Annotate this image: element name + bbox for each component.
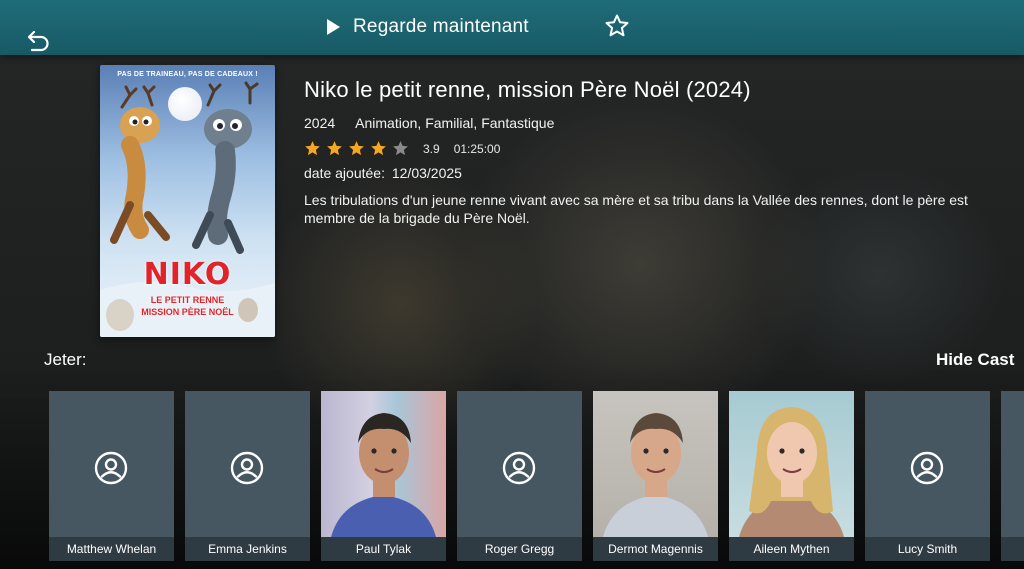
watch-now-label: Regarde maintenant <box>353 16 529 37</box>
star-filled-icon <box>305 141 320 156</box>
rating-value: 3.9 <box>423 141 440 156</box>
date-added-value: 12/03/2025 <box>391 165 462 181</box>
cast-card[interactable]: Matthew Whelan <box>49 391 174 561</box>
cast-photo <box>321 391 446 537</box>
date-added-label: date ajoutée: <box>304 165 385 181</box>
cast-carousel[interactable]: Matthew Whelan Emma Jenkins Paul Tylak Roge… <box>49 391 1024 561</box>
cast-name: Paul Tylak <box>321 537 446 561</box>
cast-card[interactable]: Emma Jenkins <box>185 391 310 561</box>
portrait-image <box>603 413 708 537</box>
cast-name: Lucy Smith <box>865 537 990 561</box>
watch-now-button[interactable]: Regarde maintenant <box>325 12 529 42</box>
cast-photo <box>729 391 854 537</box>
back-button[interactable] <box>26 28 52 54</box>
star-filled-icon <box>371 141 386 156</box>
poster-logo-title: NIKO <box>143 257 232 292</box>
date-added: date ajoutée: 12/03/2025 <box>304 165 1004 181</box>
movie-duration: 01:25:00 <box>453 141 501 156</box>
hide-cast-button[interactable]: Hide Cast <box>936 350 1014 370</box>
star-outline-icon <box>605 14 629 37</box>
cast-name: Matthew Whelan <box>49 537 174 561</box>
cast-name: Ha <box>1001 537 1024 561</box>
person-placeholder-icon <box>94 451 128 485</box>
person-placeholder-icon <box>502 451 536 485</box>
cast-name: Dermot Magennis <box>593 537 718 561</box>
rating-row: 3.9 01:25:00 <box>304 140 1004 157</box>
cast-card[interactable]: Ha <box>1001 391 1024 561</box>
cast-card[interactable]: Lucy Smith <box>865 391 990 561</box>
portrait-image <box>739 407 844 537</box>
movie-meta-row: 2024 Animation, Familial, Fantastique <box>304 115 1004 131</box>
cast-card[interactable]: Aileen Mythen <box>729 391 854 561</box>
star-filled-icon <box>327 141 342 156</box>
favorite-button[interactable] <box>604 13 630 39</box>
cast-card[interactable]: Roger Gregg <box>457 391 582 561</box>
cast-heading: Jeter: <box>44 350 87 369</box>
movie-title: Niko le petit renne, mission Père Noël (… <box>304 77 751 102</box>
cast-photo-placeholder <box>457 391 582 537</box>
portrait-image <box>331 413 436 537</box>
poster-logo-subtitle: LE PETIT RENNE <box>150 295 225 305</box>
movie-year: 2024 <box>304 115 336 131</box>
cast-photo-placeholder <box>1001 391 1024 537</box>
cast-name: Roger Gregg <box>457 537 582 561</box>
star-empty-icon <box>393 141 408 156</box>
play-triangle-icon <box>327 19 340 35</box>
top-bar: Regarde maintenant <box>0 0 1024 55</box>
cast-photo-placeholder <box>865 391 990 537</box>
cast-photo-placeholder <box>49 391 174 537</box>
star-rating <box>304 140 409 157</box>
cast-card[interactable]: Dermot Magennis <box>593 391 718 561</box>
cast-photo <box>593 391 718 537</box>
movie-details: Niko le petit renne, mission Père Noël (… <box>304 77 1004 227</box>
person-placeholder-icon <box>910 451 944 485</box>
movie-description: Les tribulations d'un jeune renne vivant… <box>304 192 968 226</box>
movie-genres: Animation, Familial, Fantastique <box>355 115 555 131</box>
cast-photo-placeholder <box>185 391 310 537</box>
person-placeholder-icon <box>230 451 264 485</box>
movie-poster: PAS DE TRAINEAU, PAS DE CADEAUX ! NIKO L… <box>100 65 275 337</box>
cast-name: Emma Jenkins <box>185 537 310 561</box>
star-filled-icon <box>349 141 364 156</box>
cast-name: Aileen Mythen <box>729 537 854 561</box>
poster-logo-subtitle-2: MISSION PÈRE NOËL <box>141 307 234 317</box>
undo-arrow-icon <box>27 30 49 52</box>
cast-card[interactable]: Paul Tylak <box>321 391 446 561</box>
